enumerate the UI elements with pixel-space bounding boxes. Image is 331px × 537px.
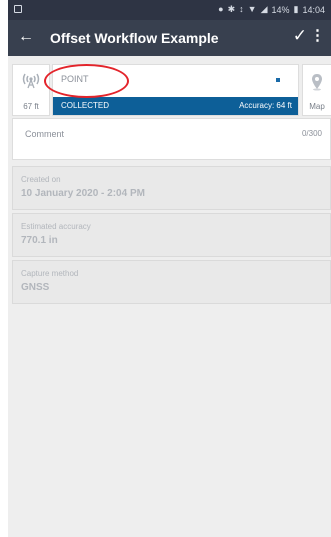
comment-field[interactable]: Comment 0/300 (12, 118, 331, 160)
back-icon[interactable]: ← (18, 28, 34, 46)
map-button[interactable]: Map (302, 64, 331, 116)
vibrate-icon: ↕ (239, 4, 244, 14)
field-value: 10 January 2020 - 2:04 PM (21, 188, 145, 199)
accuracy-label: Accuracy: 64 ft (239, 101, 292, 110)
capture-method-field: Capture method GNSS (12, 260, 331, 304)
map-pin-icon (312, 74, 322, 91)
clock: 14:04 (302, 4, 325, 15)
battery-percent: 14% (271, 4, 290, 15)
confirm-icon[interactable]: ✓ (293, 26, 307, 46)
comment-char-counter: 0/300 (301, 129, 322, 138)
more-options-icon[interactable]: ⋮ (310, 28, 325, 44)
location-icon: ● (218, 4, 224, 14)
field-value: GNSS (21, 282, 50, 293)
screenshot-icon (14, 5, 22, 13)
field-label: Created on (21, 175, 61, 184)
app-bar: ← Offset Workflow Example ✓ ⋮ (8, 20, 331, 56)
collected-status-strip: COLLECTED Accuracy: 64 ft (53, 97, 298, 115)
status-icons: ● ✱ ↕ ▼ ◢ 14% ▮ 14:04 (218, 4, 325, 15)
distance-label: 67 ft (23, 102, 39, 111)
comment-placeholder: Comment (25, 129, 65, 139)
field-value: 770.1 in (21, 235, 58, 246)
feature-point-card[interactable]: POINT COLLECTED Accuracy: 64 ft (52, 64, 299, 116)
estimated-accuracy-field: Estimated accuracy 770.1 in (12, 213, 331, 257)
collected-status: COLLECTED (61, 101, 110, 110)
gnss-antenna-icon (22, 73, 40, 89)
status-bar: ● ✱ ↕ ▼ ◢ 14% ▮ 14:04 (8, 0, 331, 20)
created-on-field: Created on 10 January 2020 - 2:04 PM (12, 166, 331, 210)
bluetooth-icon: ✱ (227, 4, 236, 14)
field-label: Capture method (21, 269, 79, 278)
page-title: Offset Workflow Example (50, 30, 219, 46)
signal-icon: ◢ (260, 4, 268, 14)
battery-icon: ▮ (293, 4, 299, 14)
app-screen: ● ✱ ↕ ▼ ◢ 14% ▮ 14:04 ← Offset Workflow … (8, 0, 331, 537)
field-label: Estimated accuracy (21, 222, 91, 231)
point-marker-icon (276, 78, 280, 82)
wifi-icon: ▼ (247, 4, 257, 14)
feature-type: POINT (61, 74, 89, 84)
map-label: Map (309, 102, 325, 111)
gnss-signal-panel[interactable]: 67 ft (12, 64, 50, 116)
